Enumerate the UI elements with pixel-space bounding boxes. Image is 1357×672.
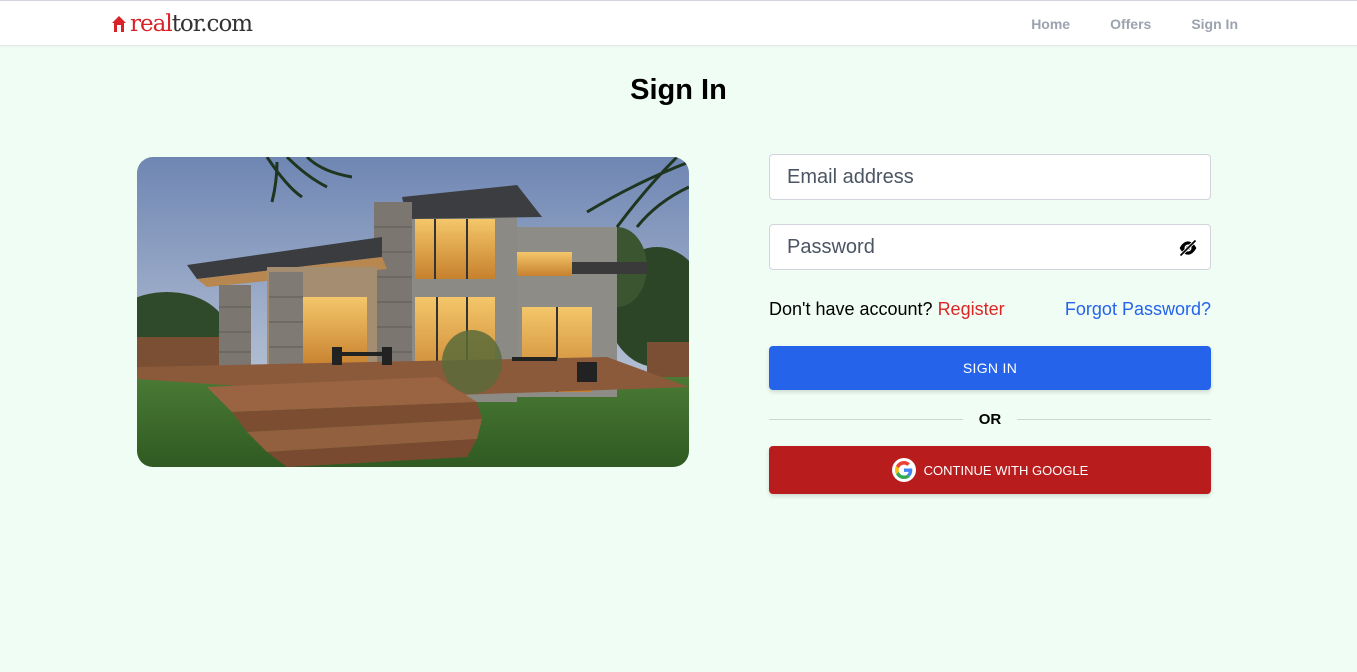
divider-line-right (1017, 418, 1211, 420)
main-nav: Home Offers Sign In (1031, 1, 1238, 47)
logo-text-real: real (130, 11, 173, 37)
account-links-row: Don't have account? Register Forgot Pass… (769, 298, 1211, 320)
nav-offers[interactable]: Offers (1110, 16, 1151, 32)
realtor-logo[interactable]: real tor.com (111, 11, 253, 37)
no-account-text: Don't have account? (769, 299, 933, 319)
sign-in-button[interactable]: SIGN IN (769, 346, 1211, 390)
email-input[interactable] (770, 155, 1210, 199)
top-navbar: real tor.com Home Offers Sign In (0, 0, 1357, 46)
register-prompt: Don't have account? Register (769, 298, 1005, 320)
forgot-password-link[interactable]: Forgot Password? (1065, 298, 1211, 320)
google-sign-in-button[interactable]: CONTINUE WITH GOOGLE (769, 446, 1211, 494)
or-label: OR (978, 410, 1002, 428)
password-input[interactable] (770, 225, 1210, 269)
page-title: Sign In (630, 74, 727, 106)
email-field-wrapper (769, 154, 1211, 200)
eye-slash-icon[interactable] (1178, 238, 1198, 258)
password-field-wrapper (769, 224, 1211, 270)
divider-line-left (769, 418, 963, 420)
nav-home[interactable]: Home (1031, 16, 1070, 32)
logo-text-rest: tor.com (171, 11, 253, 37)
google-icon (891, 458, 916, 482)
house-photo (137, 157, 689, 467)
house-icon (112, 16, 126, 32)
register-link[interactable]: Register (938, 299, 1005, 319)
nav-sign-in[interactable]: Sign In (1191, 16, 1238, 32)
or-divider: OR (769, 402, 1211, 436)
sign-in-form: Don't have account? Register Forgot Pass… (769, 154, 1211, 494)
google-button-label: CONTINUE WITH GOOGLE (923, 462, 1089, 478)
